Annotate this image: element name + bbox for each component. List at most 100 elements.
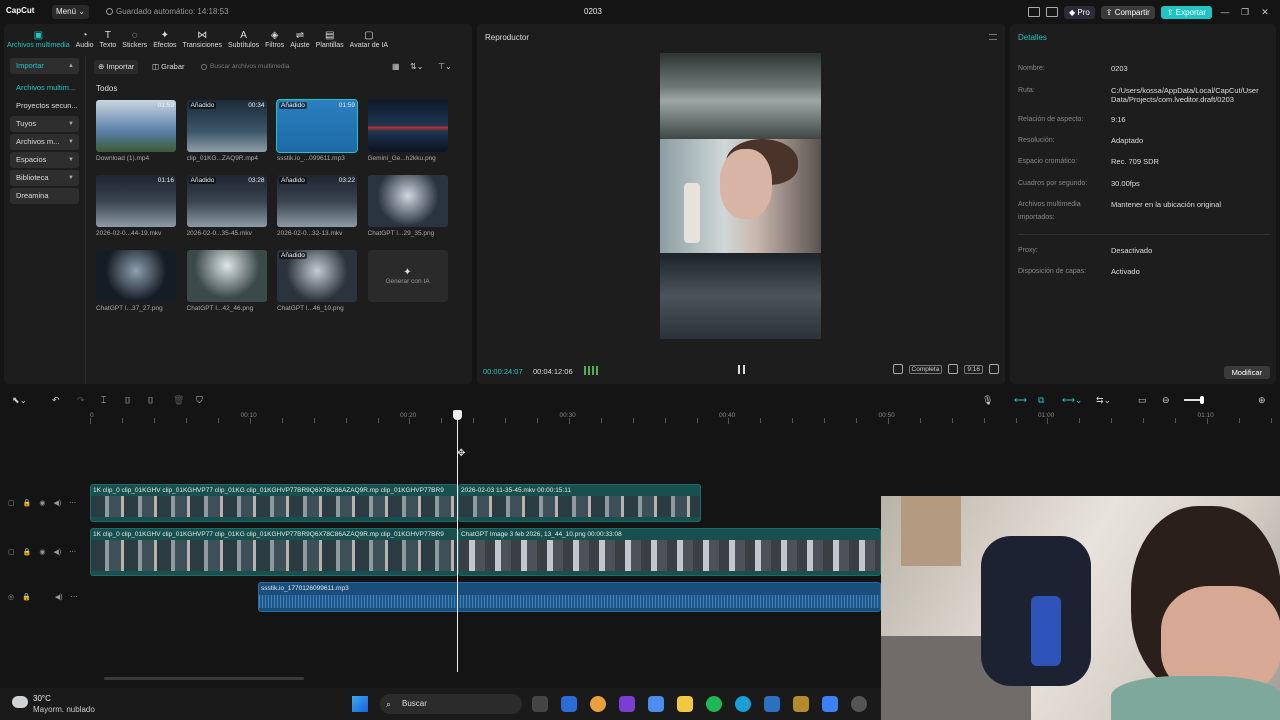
marker-icon[interactable]: ⛉ — [196, 395, 203, 406]
split-icon[interactable]: ⌶ — [101, 395, 106, 406]
sidenav-item[interactable]: Tuyos ▼ — [10, 116, 79, 132]
menu-button[interactable]: Menú ⌄ — [52, 5, 89, 19]
tab-subtitles[interactable]: A Subtítulos — [225, 24, 262, 52]
media-search-input[interactable]: Buscar archivos multimedia — [198, 60, 374, 74]
media-item[interactable]: Añadido 03:22 2026-02-0...32-13.mkv — [277, 175, 357, 237]
zoom-slider-handle[interactable] — [1200, 396, 1204, 404]
sidenav-item[interactable]: Importar ▲ — [10, 58, 79, 74]
record-button[interactable]: ◫ Grabar — [148, 60, 189, 74]
sidenav-item[interactable]: Archivos multim... — [10, 80, 79, 96]
media-item[interactable]: 01:16 2026-02-0...44-19.mkv — [96, 175, 176, 237]
sidenav-item[interactable]: Espacios ▼ — [10, 152, 79, 168]
tab-text[interactable]: T Texto — [97, 24, 120, 52]
media-item[interactable]: Añadido 00:34 clip_01KG...ZAQ9R.mp4 — [186, 100, 267, 162]
tab-audio[interactable]: ◔ Audio — [73, 24, 97, 52]
media-thumbnail[interactable] — [186, 250, 267, 302]
tab-avatar[interactable]: ▢ Avatar de IA — [347, 24, 391, 52]
fit-icon[interactable]: ▭ — [1138, 395, 1147, 406]
media-item[interactable]: Añadido ChatGPT I...46_10.png — [277, 250, 357, 312]
media-thumbnail[interactable] — [96, 250, 176, 302]
mail-icon[interactable] — [764, 696, 780, 712]
todo-icon[interactable] — [822, 696, 838, 712]
restore-icon[interactable]: ❐ — [1238, 7, 1252, 18]
store-icon[interactable] — [561, 696, 577, 712]
import-button[interactable]: ⊕ Importar — [94, 60, 139, 74]
generate-ai-tile[interactable]: ✦ Generar con IA — [367, 250, 448, 302]
chrome-icon[interactable] — [590, 696, 606, 712]
sort-icon[interactable]: ⇅⌄ — [410, 62, 423, 71]
mic-icon[interactable]: 🎙 — [982, 395, 993, 406]
link-icon[interactable]: ⧉ — [1038, 395, 1044, 406]
shortcuts-icon[interactable] — [1045, 7, 1058, 17]
media-thumbnail[interactable] — [367, 100, 448, 152]
tab-sticker[interactable]: ◌ Stickers — [119, 24, 150, 52]
media-thumbnail[interactable]: Añadido 01:59 — [276, 99, 358, 153]
sidenav-item[interactable]: Biblioteca ▼ — [10, 170, 79, 186]
media-item[interactable]: Gemini_Ge...h2kku.png — [367, 100, 448, 162]
tab-transitions[interactable]: ⋈ Transiciones — [180, 24, 225, 52]
spotify-icon[interactable] — [706, 696, 722, 712]
volume-icon[interactable]: ◀) — [53, 499, 61, 507]
sidenav-item[interactable]: Archivos m... ▼ — [10, 134, 79, 150]
task-view-icon[interactable] — [532, 696, 548, 712]
more-icon[interactable]: ⋯ — [71, 593, 78, 601]
snap-icon[interactable]: ⟷⌄ — [1062, 395, 1082, 406]
tab-filters[interactable]: ◈ Filtros — [262, 24, 287, 52]
media-thumbnail[interactable]: 01:59 — [96, 100, 176, 152]
audio-clip[interactable]: ssstik.io_1770126099611.mp3 — [258, 582, 881, 612]
track-cover-icon[interactable]: ▢ — [8, 499, 15, 507]
media-thumbnail[interactable]: Añadido — [277, 250, 357, 302]
tab-templates[interactable]: ▤ Plantillas — [313, 24, 347, 52]
modify-button[interactable]: Modificar — [1223, 366, 1270, 379]
magnet-icon[interactable]: ⟷ — [1014, 395, 1027, 406]
ratio-button[interactable]: 9:16 — [964, 364, 983, 374]
grid-view-icon[interactable]: ▦ — [392, 62, 400, 71]
more-icon[interactable]: ⋯ — [69, 499, 76, 507]
zoom-in-icon[interactable]: ⊕ — [1258, 395, 1266, 406]
snapshot-icon[interactable] — [948, 364, 959, 374]
video-clip[interactable]: 1K clip_0 clip_01KGHV clip_01KGHVP77 cli… — [90, 484, 458, 522]
media-item[interactable]: ChatGPT I...37_27.png — [96, 250, 176, 312]
lock-icon[interactable]: 🔒 — [23, 499, 32, 507]
split-left-icon[interactable]: ⌷ — [125, 395, 130, 406]
zoom-out-icon[interactable]: ⊖ — [1162, 395, 1170, 406]
copilot-icon[interactable] — [648, 696, 664, 712]
playhead-handle[interactable] — [453, 410, 462, 420]
preview-axis-icon[interactable]: ⇆⌄ — [1096, 395, 1111, 406]
timeline-ruler[interactable]: 0 00:10 00:20 00:30 00:40 00:50 01:00 01:10 — [90, 410, 1280, 424]
delete-icon[interactable]: 🗑 — [173, 395, 184, 406]
start-button[interactable] — [352, 696, 368, 712]
sidenav-item[interactable]: Dreamina — [10, 188, 79, 204]
app-icon[interactable] — [793, 696, 809, 712]
lock-icon[interactable]: 🔒 — [23, 548, 32, 556]
video-clip[interactable]: 2026-02-03 11-35-45.mkv 00:00:15:11 — [458, 484, 701, 522]
tab-media[interactable]: ▣ Archivos multimedia — [4, 24, 73, 52]
fullscreen-icon[interactable] — [989, 364, 999, 374]
filter-icon[interactable]: ⊤⌄ — [438, 62, 452, 71]
generate-ai-button[interactable]: ✦ Generar con IA — [367, 250, 448, 302]
pause-button[interactable] — [738, 365, 745, 374]
export-button[interactable]: ⇧ Exportar — [1160, 5, 1212, 19]
select-tool-icon[interactable]: ⬉⌄ — [12, 395, 27, 406]
eye-icon[interactable]: ◉ — [39, 548, 45, 556]
edge-icon[interactable] — [735, 696, 751, 712]
preview-canvas[interactable] — [660, 53, 821, 339]
undo-icon[interactable]: ↶ — [52, 395, 60, 406]
quality-button[interactable]: Completa — [908, 364, 943, 374]
taskbar-search[interactable]: ⌕ Buscar — [380, 694, 522, 714]
explorer-icon[interactable] — [677, 696, 693, 712]
media-thumbnail[interactable]: Añadido 00:34 — [186, 100, 267, 152]
video-clip[interactable]: 1K clip_0 clip_01KGHV clip_01KGHVP77 cli… — [90, 528, 458, 576]
close-icon[interactable]: ✕ — [1258, 7, 1272, 18]
pro-button[interactable]: ◆ Pro — [1063, 5, 1095, 19]
eye-icon[interactable]: ◉ — [39, 499, 45, 507]
player-menu-icon[interactable] — [989, 34, 997, 40]
sidenav-item[interactable]: Proyectos secun... — [10, 98, 79, 114]
media-thumbnail[interactable]: Añadido 03:28 — [186, 175, 267, 227]
media-item[interactable]: Añadido 01:59 ssstik.io_...099611.mp3 — [276, 99, 358, 162]
media-item[interactable]: 01:59 Download (1).mp4 — [96, 100, 176, 162]
layout-icon[interactable] — [1027, 7, 1040, 17]
media-thumbnail[interactable]: Añadido 03:22 — [277, 175, 357, 227]
share-button[interactable]: ⇪ Compartir — [1100, 5, 1155, 19]
more-icon[interactable]: ⋯ — [69, 548, 76, 556]
